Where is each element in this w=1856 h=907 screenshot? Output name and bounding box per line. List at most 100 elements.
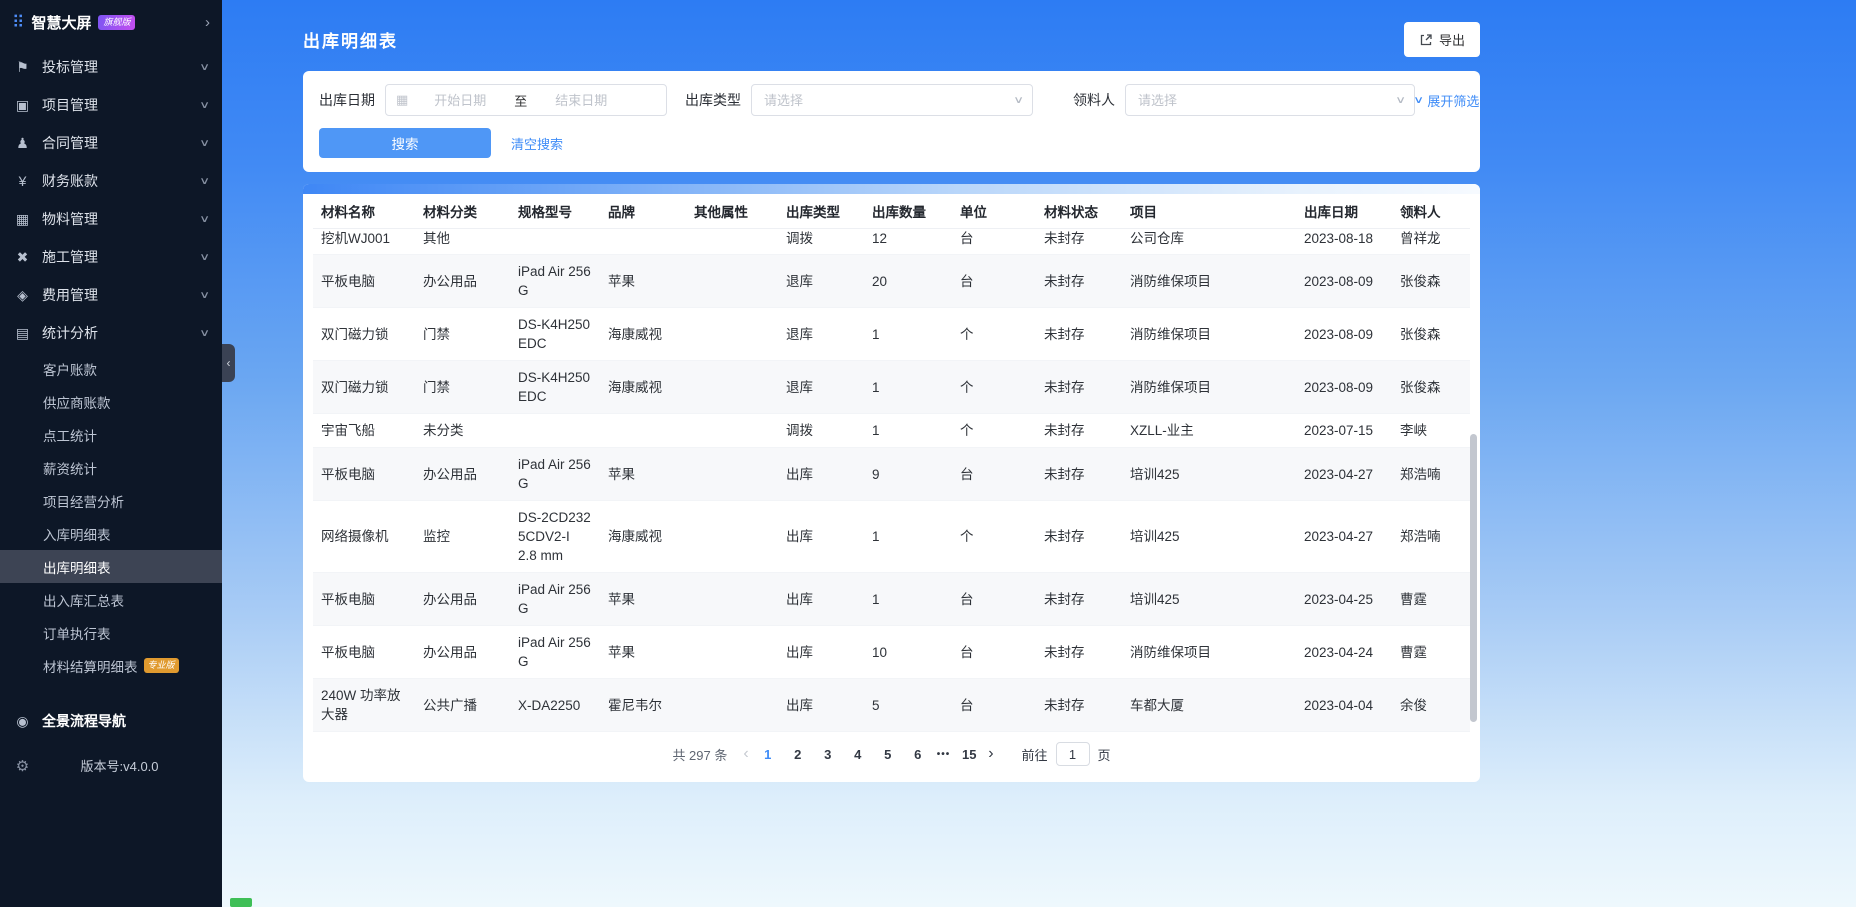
version-label: 版本号:v4.0.0 bbox=[80, 759, 159, 774]
table-cell: 出库 bbox=[778, 625, 864, 679]
table-cell: 未封存 bbox=[1036, 360, 1122, 414]
table-cell: 2023-08-09 bbox=[1296, 360, 1392, 414]
table-cell: X-DA2250 bbox=[510, 678, 600, 732]
table-cell: 台 bbox=[952, 228, 1036, 255]
start-date-input[interactable] bbox=[414, 91, 507, 109]
page-button[interactable]: 2 bbox=[789, 747, 807, 762]
table-cell bbox=[510, 228, 600, 255]
table-cell: 2023-04-04 bbox=[1296, 678, 1392, 732]
table-cell: 1 bbox=[864, 500, 952, 573]
column-header: 材料分类 bbox=[415, 194, 510, 229]
receiver-select[interactable]: ∨ bbox=[1125, 84, 1415, 116]
sidebar-item-panorama-nav[interactable]: ◉ 全景流程导航 bbox=[0, 702, 222, 740]
sidebar-subitem[interactable]: 项目经营分析 bbox=[0, 484, 222, 517]
compass-icon: ◉ bbox=[16, 712, 29, 729]
sidebar-subitem[interactable]: 材料结算明细表 专业版 bbox=[0, 649, 222, 682]
sidebar-subitem[interactable]: 薪资统计 bbox=[0, 451, 222, 484]
sidebar-subitem[interactable]: 客户账款 bbox=[0, 352, 222, 385]
table-cell: 台 bbox=[952, 678, 1036, 732]
end-date-input[interactable] bbox=[535, 91, 628, 109]
table-cell: 双门磁力锁 bbox=[313, 360, 415, 414]
sidebar-item-construction[interactable]: ✖ 施工管理 ∨ bbox=[0, 238, 222, 276]
table-cell: XZLL-业主 bbox=[1122, 413, 1296, 448]
date-range-picker[interactable]: ▦ 至 bbox=[385, 84, 667, 116]
table-cell: 消防维保项目 bbox=[1122, 625, 1296, 679]
table-top-gradient bbox=[303, 184, 1480, 194]
gear-icon[interactable]: ⚙ bbox=[14, 757, 31, 775]
sidebar-subitem-label: 客户账款 bbox=[43, 362, 97, 378]
sidebar-subitem[interactable]: 入库明细表 bbox=[0, 517, 222, 550]
sidebar-collapse-handle[interactable]: ‹ bbox=[222, 344, 235, 382]
expand-filters-link[interactable]: ∨ 展开筛选 bbox=[1413, 91, 1479, 110]
sidebar-subitem[interactable]: 订单执行表 bbox=[0, 616, 222, 649]
table-cell bbox=[686, 500, 778, 573]
main-content: 出库明细表 导出 出库日期 ▦ 至 bbox=[222, 0, 1856, 907]
sidebar-subitem[interactable]: 出入库汇总表 bbox=[0, 583, 222, 616]
table-cell: 未分类 bbox=[415, 413, 510, 448]
table-cell: 5 bbox=[864, 678, 952, 732]
page-button[interactable]: 3 bbox=[819, 747, 837, 762]
chevron-right-icon[interactable]: › bbox=[205, 14, 210, 31]
table-cell: 台 bbox=[952, 572, 1036, 626]
sidebar-subitem[interactable]: 出库明细表 bbox=[0, 550, 222, 583]
table-cell: 海康威视 bbox=[600, 360, 686, 414]
table-cell: 调拨 bbox=[778, 413, 864, 448]
sidebar-item-label: 费用管理 bbox=[42, 287, 98, 303]
column-header: 领料人 bbox=[1392, 194, 1470, 229]
table-cell: 平板电脑 bbox=[313, 572, 415, 626]
sidebar-item-contract[interactable]: ♟ 合同管理 ∨ bbox=[0, 124, 222, 162]
contract-icon: ♟ bbox=[16, 134, 29, 151]
construction-icon: ✖ bbox=[16, 248, 29, 265]
date-filter-group: 出库日期 ▦ 至 bbox=[319, 84, 667, 116]
table-cell: 2023-08-09 bbox=[1296, 254, 1392, 308]
table-cell: 未封存 bbox=[1036, 678, 1122, 732]
table-cell: 未封存 bbox=[1036, 307, 1122, 361]
type-filter-label: 出库类型 bbox=[685, 92, 741, 108]
next-page-button[interactable]: › bbox=[988, 746, 993, 762]
column-header: 品牌 bbox=[600, 194, 686, 229]
table-cell: 未封存 bbox=[1036, 254, 1122, 308]
sidebar-item-bid[interactable]: ⚑ 投标管理 ∨ bbox=[0, 48, 222, 86]
page-button[interactable]: 4 bbox=[849, 747, 867, 762]
search-button[interactable]: 搜索 bbox=[319, 128, 491, 158]
goto-page-input[interactable] bbox=[1055, 742, 1090, 766]
table-cell bbox=[686, 572, 778, 626]
clear-search-link[interactable]: 清空搜索 bbox=[511, 134, 563, 153]
table-cell: 培训425 bbox=[1122, 447, 1296, 501]
table-cell: 双门磁力锁 bbox=[313, 307, 415, 361]
outbound-type-input[interactable] bbox=[762, 91, 1015, 109]
sidebar-subitem[interactable]: 供应商账款 bbox=[0, 385, 222, 418]
sidebar-subitem[interactable]: 点工统计 bbox=[0, 418, 222, 451]
outbound-type-select[interactable]: ∨ bbox=[751, 84, 1033, 116]
page-button[interactable]: 1 bbox=[759, 747, 777, 762]
page-button-last[interactable]: 15 bbox=[960, 747, 978, 762]
table-scrollbar-thumb[interactable] bbox=[1470, 434, 1477, 722]
sidebar-item-expense[interactable]: ◈ 费用管理 ∨ bbox=[0, 276, 222, 314]
table-row: 网络摄像机 监控 DS-2CD232 5CDV2-I 2.8 mm 海康威视 出库 1 个未… bbox=[313, 500, 1470, 573]
sidebar-item-label: 物料管理 bbox=[42, 211, 98, 227]
prev-page-button[interactable]: ‹ bbox=[743, 746, 748, 762]
page-suffix-label: 页 bbox=[1097, 747, 1111, 763]
app-logo[interactable]: ⠿ 智慧大屏 旗舰版 › bbox=[0, 0, 222, 44]
chevron-down-icon: ∨ bbox=[198, 61, 210, 73]
sidebar-item-finance[interactable]: ¥ 财务账款 ∨ bbox=[0, 162, 222, 200]
page-button[interactable]: 5 bbox=[879, 747, 897, 762]
expense-icon: ◈ bbox=[17, 286, 28, 303]
sidebar-item-material[interactable]: ▦ 物料管理 ∨ bbox=[0, 200, 222, 238]
sidebar-item-stats[interactable]: ▤ 统计分析 ∨ bbox=[0, 314, 222, 352]
page-button[interactable]: 6 bbox=[909, 747, 927, 762]
table-cell: 苹果 bbox=[600, 254, 686, 308]
table-header-row: 材料名称 材料分类 规格型号 品牌 其他属性 出库类型 出库数量 单位 材料状态 项目 出库日期 领料… bbox=[313, 194, 1470, 229]
filter-row: 出库日期 ▦ 至 出库类型 ∨ 领料人 bbox=[319, 84, 1479, 116]
sidebar-item-project[interactable]: ▣ 项目管理 ∨ bbox=[0, 86, 222, 124]
table-cell bbox=[686, 254, 778, 308]
chevron-down-icon: ∨ bbox=[1394, 94, 1406, 106]
chevron-down-icon: ∨ bbox=[1012, 94, 1024, 106]
sidebar-item-label: 统计分析 bbox=[42, 325, 98, 341]
table-cell: 监控 bbox=[415, 500, 510, 573]
receiver-input[interactable] bbox=[1136, 91, 1397, 109]
table-cell: 退库 bbox=[778, 307, 864, 361]
table-cell: 曾祥龙 bbox=[1392, 228, 1470, 255]
export-button[interactable]: 导出 bbox=[1403, 22, 1480, 57]
table-cell: 郑浩喃 bbox=[1392, 500, 1470, 573]
